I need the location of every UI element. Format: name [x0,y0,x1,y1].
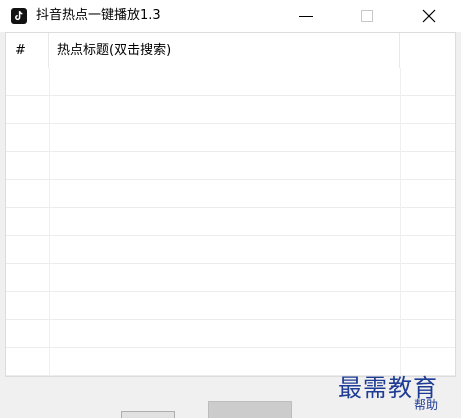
watermark-logo: 最需教育 帮助 [338,374,458,418]
action-button[interactable] [121,411,175,418]
maximize-icon [361,10,373,22]
play-button[interactable] [208,401,292,418]
minimize-button[interactable] [283,0,329,32]
hot-topics-list[interactable]: # 热点标题(双击搜索) [5,32,456,377]
list-header: # 热点标题(双击搜索) [6,33,455,68]
column-header-extra[interactable] [400,33,455,68]
column-divider [400,68,401,376]
app-window: 抖音热点一键播放1.3 # 热点标题(双击搜索) 最需教育 帮助 [0,0,461,418]
title-bar[interactable]: 抖音热点一键播放1.3 [0,0,461,32]
column-header-title[interactable]: 热点标题(双击搜索) [49,33,400,68]
close-icon [422,9,436,23]
maximize-button[interactable] [344,0,390,32]
list-body[interactable] [6,68,455,376]
watermark-subtext: 帮助 [414,398,439,412]
window-title: 抖音热点一键播放1.3 [36,8,161,23]
close-button[interactable] [405,0,451,32]
minimize-icon [299,16,313,17]
tiktok-icon [11,8,27,24]
column-divider [49,68,50,376]
column-header-index[interactable]: # [6,33,49,68]
